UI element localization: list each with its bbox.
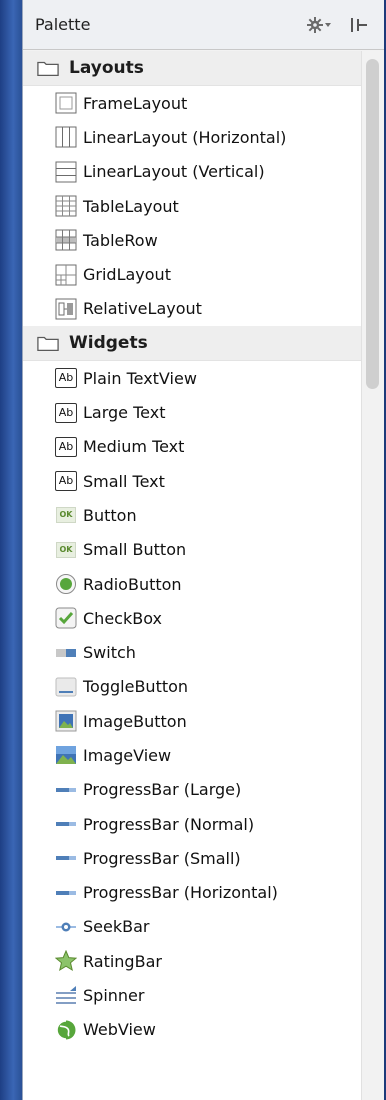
palette-item[interactable]: TableRow bbox=[23, 223, 362, 257]
palette-item-label: FrameLayout bbox=[83, 93, 188, 113]
palette-item-label: SeekBar bbox=[83, 917, 150, 937]
text-ab-icon: Ab bbox=[55, 367, 77, 389]
progressbar-icon bbox=[55, 779, 77, 801]
palette-item[interactable]: Ab Small Text bbox=[23, 464, 362, 498]
palette-title: Palette bbox=[35, 15, 91, 34]
palette-panel: Palette Layouts FrameLayout LinearLayout… bbox=[22, 0, 384, 1100]
palette-item[interactable]: LinearLayout (Vertical) bbox=[23, 155, 362, 189]
table-row-icon bbox=[55, 229, 77, 251]
palette-item[interactable]: FrameLayout bbox=[23, 86, 362, 120]
palette-header: Palette bbox=[23, 0, 384, 50]
scrollbar-thumb[interactable] bbox=[366, 59, 379, 389]
palette-item-label: TableRow bbox=[83, 230, 158, 250]
gear-dropdown-icon[interactable] bbox=[306, 15, 332, 35]
header-actions bbox=[306, 15, 372, 35]
palette-item-label: RadioButton bbox=[83, 574, 182, 594]
palette-item-label: Small Text bbox=[83, 471, 165, 491]
category-label: Layouts bbox=[69, 58, 144, 78]
palette-item-label: ProgressBar (Horizontal) bbox=[83, 883, 278, 903]
palette-item-label: LinearLayout (Vertical) bbox=[83, 162, 265, 182]
palette-item[interactable]: SeekBar bbox=[23, 910, 362, 944]
text-ab-icon: Ab bbox=[55, 436, 77, 458]
palette-item[interactable]: Ab Medium Text bbox=[23, 430, 362, 464]
folder-icon bbox=[37, 332, 59, 354]
checkbox-icon bbox=[55, 607, 77, 629]
palette-item[interactable]: OK Small Button bbox=[23, 533, 362, 567]
palette-item[interactable]: Spinner bbox=[23, 978, 362, 1012]
linear-vertical-icon bbox=[55, 161, 77, 183]
palette-item-label: Medium Text bbox=[83, 437, 185, 457]
progressbar-icon bbox=[55, 813, 77, 835]
palette-item-label: ProgressBar (Small) bbox=[83, 848, 241, 868]
palette-item-label: ImageButton bbox=[83, 711, 187, 731]
palette-item[interactable]: ToggleButton bbox=[23, 670, 362, 704]
palette-item[interactable]: ProgressBar (Small) bbox=[23, 841, 362, 875]
palette-item-label: Small Button bbox=[83, 540, 187, 560]
category-widgets[interactable]: Widgets bbox=[23, 326, 362, 362]
seekbar-icon bbox=[55, 916, 77, 938]
image-button-icon bbox=[55, 710, 77, 732]
spinner-icon bbox=[55, 985, 77, 1007]
star-icon bbox=[55, 950, 77, 972]
ok-button-icon: OK bbox=[55, 504, 77, 526]
palette-item-label: ProgressBar (Large) bbox=[83, 780, 242, 800]
category-label: Widgets bbox=[69, 333, 148, 354]
palette-item-label: Button bbox=[83, 505, 137, 525]
progressbar-icon bbox=[55, 882, 77, 904]
image-view-icon bbox=[55, 744, 77, 766]
globe-icon bbox=[55, 1019, 77, 1041]
table-layout-icon bbox=[55, 195, 77, 217]
palette-item[interactable]: RelativeLayout bbox=[23, 292, 362, 326]
palette-item[interactable]: ImageButton bbox=[23, 704, 362, 738]
palette-item-label: WebView bbox=[83, 1020, 156, 1040]
palette-item-label: Plain TextView bbox=[83, 368, 197, 388]
palette-item[interactable]: GridLayout bbox=[23, 257, 362, 291]
palette-item[interactable]: WebView bbox=[23, 1013, 362, 1047]
palette-item[interactable]: TableLayout bbox=[23, 189, 362, 223]
palette-item-label: TableLayout bbox=[83, 196, 179, 216]
palette-item-label: RelativeLayout bbox=[83, 299, 202, 319]
palette-item[interactable]: ProgressBar (Horizontal) bbox=[23, 876, 362, 910]
relative-layout-icon bbox=[55, 298, 77, 320]
switch-icon bbox=[55, 642, 77, 664]
palette-item[interactable]: CheckBox bbox=[23, 601, 362, 635]
palette-item-label: Large Text bbox=[83, 403, 166, 423]
palette-item-label: RatingBar bbox=[83, 951, 162, 971]
palette-item-label: ProgressBar (Normal) bbox=[83, 814, 255, 834]
palette-item[interactable]: OK Button bbox=[23, 498, 362, 532]
grid-layout-icon bbox=[55, 264, 77, 286]
pin-icon[interactable] bbox=[346, 15, 372, 35]
palette-item-label: Spinner bbox=[83, 986, 145, 1006]
palette-item[interactable]: ProgressBar (Normal) bbox=[23, 807, 362, 841]
palette-list: Layouts FrameLayout LinearLayout (Horizont… bbox=[23, 51, 362, 1100]
scrollbar[interactable] bbox=[361, 51, 384, 1100]
palette-item[interactable]: Ab Plain TextView bbox=[23, 361, 362, 395]
ok-button-icon: OK bbox=[55, 539, 77, 561]
palette-item[interactable]: LinearLayout (Horizontal) bbox=[23, 120, 362, 154]
category-layouts[interactable]: Layouts bbox=[23, 51, 362, 86]
palette-item[interactable]: ImageView bbox=[23, 738, 362, 772]
palette-item-label: ImageView bbox=[83, 745, 172, 765]
linear-horizontal-icon bbox=[55, 126, 77, 148]
desktop-background-left bbox=[0, 0, 22, 1100]
palette-item[interactable]: RatingBar bbox=[23, 944, 362, 978]
palette-item-label: LinearLayout (Horizontal) bbox=[83, 127, 287, 147]
palette-item-label: GridLayout bbox=[83, 265, 171, 285]
text-ab-icon: Ab bbox=[55, 470, 77, 492]
palette-item-label: ToggleButton bbox=[83, 677, 189, 697]
progressbar-icon bbox=[55, 847, 77, 869]
folder-icon bbox=[37, 57, 59, 79]
palette-item-label: Switch bbox=[83, 643, 136, 663]
toggle-icon bbox=[55, 676, 77, 698]
text-ab-icon: Ab bbox=[55, 402, 77, 424]
palette-item[interactable]: Ab Large Text bbox=[23, 395, 362, 429]
palette-item[interactable]: ProgressBar (Large) bbox=[23, 773, 362, 807]
frame-layout-icon bbox=[55, 92, 77, 114]
palette-item-label: CheckBox bbox=[83, 608, 162, 628]
palette-item[interactable]: RadioButton bbox=[23, 567, 362, 601]
radio-icon bbox=[55, 573, 77, 595]
palette-item[interactable]: Switch bbox=[23, 635, 362, 669]
